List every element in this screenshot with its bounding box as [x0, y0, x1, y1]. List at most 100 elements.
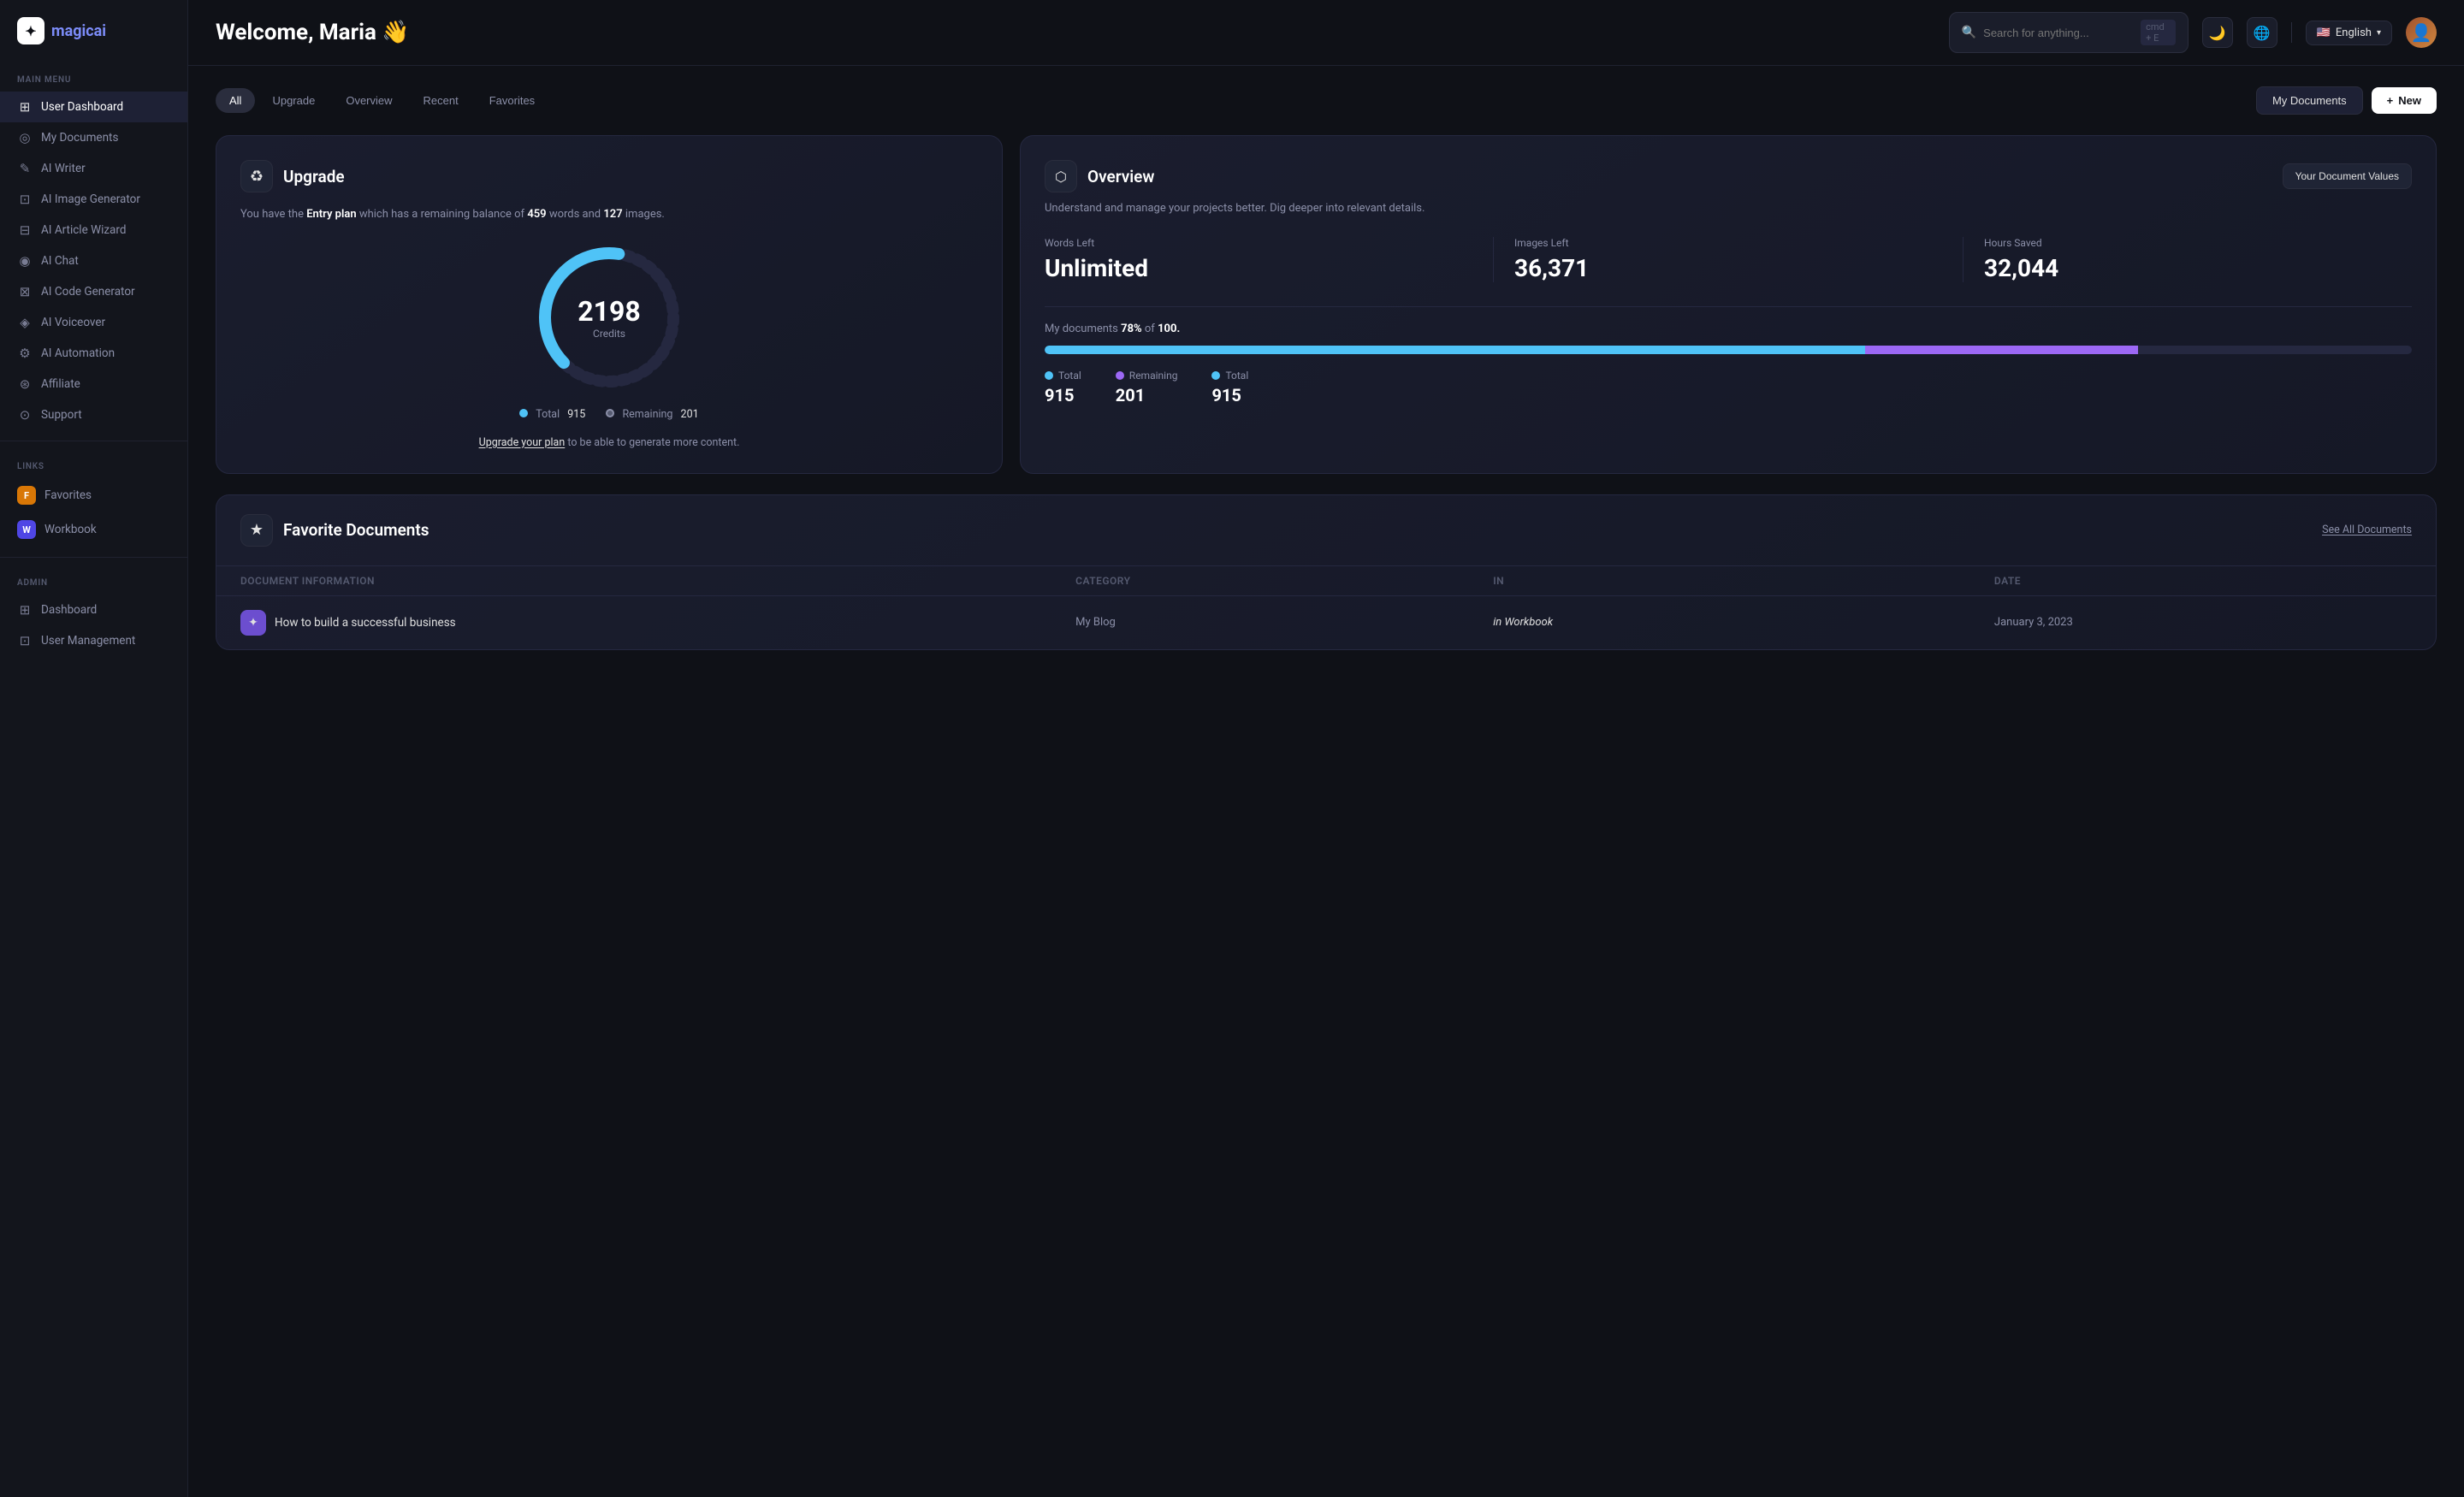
- fav-docs-header: ★ Favorite Documents See All Documents: [216, 495, 2436, 565]
- col-document-info: Document Information: [240, 575, 1075, 587]
- links-label: LINKS: [0, 452, 187, 478]
- sidebar-item-ai-image-generator[interactable]: ⊡ AI Image Generator: [0, 184, 187, 215]
- documents-icon: ◎: [17, 130, 33, 145]
- admin-label: ADMIN: [0, 568, 187, 595]
- cards-grid: ♻ Upgrade You have the Entry plan which …: [216, 135, 2437, 474]
- logo-text: magicai: [51, 22, 106, 40]
- search-input[interactable]: [1983, 27, 2134, 39]
- doc-name-cell: ✦ How to build a successful business: [240, 610, 1075, 636]
- chevron-down-icon: ▾: [2377, 28, 2381, 38]
- tab-overview[interactable]: Overview: [332, 88, 406, 113]
- affiliate-icon: ⊛: [17, 376, 33, 392]
- col-category: Category: [1075, 575, 1493, 587]
- progress-fill-total: [1045, 346, 1865, 354]
- globe-icon-btn[interactable]: 🌐: [2247, 17, 2277, 48]
- search-bar[interactable]: 🔍 cmd + E: [1949, 12, 2189, 53]
- cyan-dot-1: [1045, 371, 1053, 380]
- overview-icon: ⬡: [1045, 160, 1077, 192]
- logo[interactable]: ✦ magicai: [0, 0, 187, 65]
- fav-docs-title: Favorite Documents: [283, 520, 429, 540]
- overview-card: ⬡ Overview Your Document Values Understa…: [1020, 135, 2437, 474]
- sidebar-item-user-dashboard[interactable]: ⊞ User Dashboard: [0, 92, 187, 122]
- prog-stat-total-1: Total 915: [1045, 370, 1081, 405]
- doc-date: January 3, 2023: [1994, 616, 2412, 629]
- credit-display: 2198 Credits: [578, 295, 640, 340]
- avatar[interactable]: 👤: [2406, 17, 2437, 48]
- dark-mode-toggle[interactable]: 🌙: [2202, 17, 2233, 48]
- sidebar-item-user-management[interactable]: ⊡ User Management: [0, 625, 187, 656]
- voiceover-icon: ◈: [17, 315, 33, 330]
- image-gen-icon: ⊡: [17, 192, 33, 207]
- greeting-emoji: 👋: [382, 20, 409, 45]
- tab-favorites[interactable]: Favorites: [476, 88, 548, 113]
- tab-recent[interactable]: Recent: [410, 88, 472, 113]
- stats-row: Words Left Unlimited Images Left 36,371 …: [1045, 237, 2412, 282]
- total-legend: Total 915: [519, 408, 585, 421]
- header-right: 🔍 cmd + E 🌙 🌐 🇺🇸 English ▾ 👤: [1949, 12, 2437, 53]
- plus-icon: +: [2387, 94, 2394, 107]
- upgrade-card-header: ♻ Upgrade: [240, 160, 978, 192]
- my-documents-button[interactable]: My Documents: [2256, 86, 2363, 115]
- sidebar-item-ai-article-wizard[interactable]: ⊟ AI Article Wizard: [0, 215, 187, 246]
- header: Welcome, Maria 👋 🔍 cmd + E 🌙 🌐 🇺🇸 Englis…: [188, 0, 2464, 66]
- search-shortcut: cmd + E: [2141, 20, 2176, 45]
- writer-icon: ✎: [17, 161, 33, 176]
- doc-location: in Workbook: [1493, 616, 1994, 629]
- see-all-documents-link[interactable]: See All Documents: [2322, 524, 2412, 536]
- doc-values-button[interactable]: Your Document Values: [2283, 163, 2412, 189]
- progress-fill-remaining: [1865, 346, 2139, 354]
- doc-progress-label: My documents 78% of 100.: [1045, 322, 2412, 335]
- sidebar-item-my-documents[interactable]: ◎ My Documents: [0, 122, 187, 153]
- favorites-badge: F: [17, 486, 36, 505]
- total-dot: [519, 409, 528, 417]
- sidebar-item-ai-voiceover[interactable]: ◈ AI Voiceover: [0, 307, 187, 338]
- sidebar-item-ai-code-generator[interactable]: ⊠ AI Code Generator: [0, 276, 187, 307]
- page-title: Welcome, Maria 👋: [216, 20, 410, 45]
- logo-icon: ✦: [17, 17, 44, 44]
- plan-description: You have the Entry plan which has a rema…: [240, 206, 978, 223]
- search-icon: 🔍: [1962, 26, 1976, 39]
- doc-category: My Blog: [1075, 616, 1493, 629]
- sidebar-item-ai-writer[interactable]: ✎ AI Writer: [0, 153, 187, 184]
- cyan-dot-2: [1211, 371, 1220, 380]
- stat-hours-saved: Hours Saved 32,044: [1964, 237, 2412, 282]
- sidebar-item-admin-dashboard[interactable]: ⊞ Dashboard: [0, 595, 187, 625]
- upgrade-your-plan-link[interactable]: Upgrade your plan: [479, 436, 566, 449]
- circular-progress: // This will be rendered via the inline …: [240, 240, 978, 394]
- main-menu-label: MAIN MENU: [0, 65, 187, 92]
- user-mgmt-icon: ⊡: [17, 633, 33, 648]
- filter-tabs: All Upgrade Overview Recent Favorites My…: [216, 86, 2437, 115]
- sidebar-item-affiliate[interactable]: ⊛ Affiliate: [0, 369, 187, 399]
- upgrade-link-text: Upgrade your plan to be able to generate…: [240, 436, 978, 449]
- prog-stat-remaining: Remaining 201: [1116, 370, 1178, 405]
- sidebar-item-favorites[interactable]: F Favorites: [0, 478, 187, 512]
- sidebar-divider-2: [0, 557, 187, 558]
- remaining-legend: Remaining 201: [606, 408, 698, 421]
- upgrade-icon: ♻: [240, 160, 273, 192]
- automation-icon: ⚙: [17, 346, 33, 361]
- tab-upgrade[interactable]: Upgrade: [258, 88, 329, 113]
- tab-all[interactable]: All: [216, 88, 255, 113]
- language-selector[interactable]: 🇺🇸 English ▾: [2306, 21, 2392, 45]
- chat-icon: ◉: [17, 253, 33, 269]
- header-divider: [2291, 22, 2292, 43]
- table-row[interactable]: ✦ How to build a successful business My …: [216, 596, 2436, 649]
- sidebar-item-workbook[interactable]: W Workbook: [0, 512, 187, 547]
- article-icon: ⊟: [17, 222, 33, 238]
- stat-images-left: Images Left 36,371: [1494, 237, 1964, 282]
- new-button[interactable]: + New: [2372, 87, 2437, 114]
- tabs-right: My Documents + New: [2256, 86, 2437, 115]
- code-icon: ⊠: [17, 284, 33, 299]
- prog-stat-total-2: Total 915: [1211, 370, 1248, 405]
- col-in: In: [1493, 575, 1994, 587]
- fav-docs-icon: ★: [240, 514, 273, 547]
- sidebar-item-ai-chat[interactable]: ◉ AI Chat: [0, 246, 187, 276]
- support-icon: ⊙: [17, 407, 33, 423]
- doc-name: How to build a successful business: [275, 616, 456, 630]
- sidebar-item-ai-automation[interactable]: ⚙ AI Automation: [0, 338, 187, 369]
- sidebar-item-support[interactable]: ⊙ Support: [0, 399, 187, 430]
- upgrade-card: ♻ Upgrade You have the Entry plan which …: [216, 135, 1003, 474]
- sidebar: ✦ magicai MAIN MENU ⊞ User Dashboard ◎ M…: [0, 0, 188, 1497]
- remaining-dot: [606, 409, 614, 417]
- overview-header: ⬡ Overview Your Document Values: [1045, 160, 2412, 192]
